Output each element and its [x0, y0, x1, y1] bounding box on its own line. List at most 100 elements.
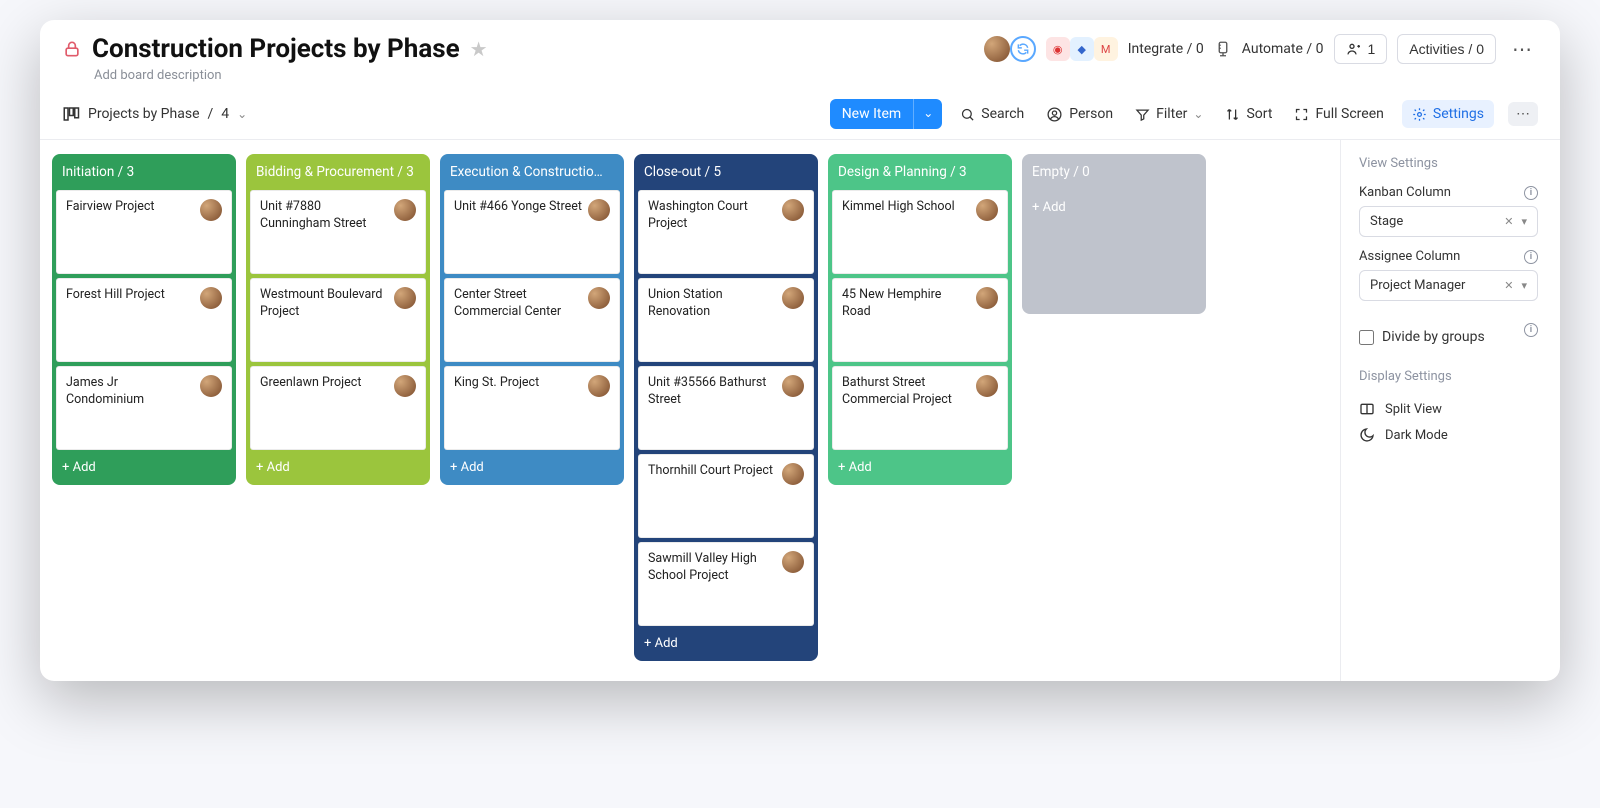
- view-count: 4: [221, 106, 229, 122]
- kanban-card[interactable]: 45 New Hemphire Road: [832, 278, 1008, 362]
- split-view-option[interactable]: Split View: [1359, 396, 1538, 422]
- view-settings-button[interactable]: Settings: [1402, 100, 1494, 128]
- invite-button[interactable]: 1: [1334, 34, 1388, 64]
- card-title: Forest Hill Project: [66, 287, 165, 304]
- add-card-button[interactable]: + Add: [52, 450, 236, 479]
- kanban-card[interactable]: Westmount Boulevard Project: [250, 278, 426, 362]
- kanban-column-select[interactable]: Stage ✕▾: [1359, 206, 1538, 237]
- avatar[interactable]: [782, 375, 804, 397]
- dark-mode-option[interactable]: Dark Mode: [1359, 422, 1538, 448]
- integrate-icons: ◉ ◆ M: [1046, 37, 1118, 61]
- add-card-button[interactable]: + Add: [440, 450, 624, 479]
- kanban-card[interactable]: Forest Hill Project: [56, 278, 232, 362]
- filter-button[interactable]: Filter ⌄: [1131, 100, 1207, 128]
- avatar[interactable]: [782, 199, 804, 221]
- fullscreen-button[interactable]: Full Screen: [1290, 100, 1387, 128]
- kanban-card[interactable]: King St. Project: [444, 366, 620, 450]
- clear-icon[interactable]: ✕: [1504, 279, 1513, 292]
- add-card-button[interactable]: + Add: [634, 626, 818, 655]
- column-header[interactable]: Initiation / 3: [52, 154, 236, 190]
- kanban-card[interactable]: James Jr Condominium: [56, 366, 232, 450]
- column-header[interactable]: Bidding & Procurement / 3: [246, 154, 430, 190]
- sort-button[interactable]: Sort: [1221, 100, 1276, 128]
- avatar[interactable]: [976, 375, 998, 397]
- avatar[interactable]: [394, 199, 416, 221]
- info-icon[interactable]: i: [1524, 250, 1538, 264]
- assignee-column-select[interactable]: Project Manager ✕▾: [1359, 270, 1538, 301]
- avatar[interactable]: [782, 551, 804, 573]
- more-menu-icon[interactable]: ⋯: [1506, 37, 1538, 61]
- avatar[interactable]: [200, 375, 222, 397]
- filter-icon: [1135, 107, 1150, 122]
- automate-icon: [1214, 40, 1232, 58]
- avatar[interactable]: [976, 287, 998, 309]
- cards-container: Kimmel High School 45 New Hemphire RoadBa…: [828, 190, 1012, 450]
- avatar[interactable]: [782, 287, 804, 309]
- avatar[interactable]: [394, 287, 416, 309]
- avatar[interactable]: [200, 199, 222, 221]
- avatar[interactable]: [976, 199, 998, 221]
- automate-link[interactable]: Automate / 0: [1242, 41, 1324, 57]
- add-card-button[interactable]: + Add: [1022, 190, 1206, 225]
- kanban-card[interactable]: Bathurst Street Commercial Project: [832, 366, 1008, 450]
- card-title: Thornhill Court Project: [648, 463, 773, 480]
- kanban-column: Initiation / 3 Fairview Project Forest Hil…: [52, 154, 236, 485]
- integrate-link[interactable]: Integrate / 0: [1128, 41, 1204, 57]
- column-header[interactable]: Empty / 0: [1022, 154, 1206, 190]
- avatar[interactable]: [588, 287, 610, 309]
- divide-groups-checkbox[interactable]: Divide by groups: [1359, 329, 1485, 345]
- card-title: Kimmel High School: [842, 199, 955, 216]
- search-button[interactable]: Search: [956, 100, 1028, 128]
- board-members[interactable]: [984, 36, 1036, 62]
- card-title: King St. Project: [454, 375, 539, 392]
- kanban-card[interactable]: Fairview Project: [56, 190, 232, 274]
- new-item-dropdown[interactable]: ⌄: [913, 99, 942, 129]
- kanban-card[interactable]: Thornhill Court Project: [638, 454, 814, 538]
- activities-button[interactable]: Activities / 0: [1397, 34, 1496, 64]
- people-icon: [1346, 41, 1362, 57]
- kanban-card[interactable]: Unit #35566 Bathurst Street: [638, 366, 814, 450]
- kanban-column-row: Kanban Column i: [1359, 185, 1538, 200]
- checkbox-input[interactable]: [1359, 330, 1374, 345]
- avatar[interactable]: [394, 375, 416, 397]
- board-description[interactable]: Add board description: [94, 68, 488, 83]
- card-title: James Jr Condominium: [66, 375, 196, 409]
- kanban-card[interactable]: Greenlawn Project: [250, 366, 426, 450]
- lock-icon: [62, 39, 82, 59]
- star-icon[interactable]: ★: [470, 37, 488, 61]
- column-header[interactable]: Design & Planning / 3: [828, 154, 1012, 190]
- kanban-card[interactable]: Washington Court Project: [638, 190, 814, 274]
- clear-icon[interactable]: ✕: [1504, 215, 1513, 228]
- board-title[interactable]: Construction Projects by Phase: [92, 34, 460, 64]
- kanban-card[interactable]: Center Street Commercial Center: [444, 278, 620, 362]
- toolbar-more-icon[interactable]: ⋯: [1508, 102, 1538, 126]
- add-card-button[interactable]: + Add: [828, 450, 1012, 479]
- assignee-column-row: Assignee Column i: [1359, 249, 1538, 264]
- integration-icon: ◉: [1046, 37, 1070, 61]
- kanban-card[interactable]: Unit #7880 Cunningham Street: [250, 190, 426, 274]
- column-header[interactable]: Close-out / 5: [634, 154, 818, 190]
- person-button[interactable]: Person: [1042, 100, 1117, 129]
- kanban-card[interactable]: Kimmel High School: [832, 190, 1008, 274]
- avatar[interactable]: [200, 287, 222, 309]
- kanban-card[interactable]: Unit #466 Yonge Street: [444, 190, 620, 274]
- info-icon[interactable]: i: [1524, 186, 1538, 200]
- column-header[interactable]: Execution & Constructio…: [440, 154, 624, 190]
- info-icon[interactable]: i: [1524, 323, 1538, 337]
- chevron-down-icon: ⌄: [237, 107, 247, 121]
- view-settings-heading: View Settings: [1359, 156, 1538, 171]
- avatar: [984, 36, 1010, 62]
- kanban-column: Close-out / 5Washington Court ProjectUni…: [634, 154, 818, 661]
- title-row: Construction Projects by Phase ★: [62, 34, 488, 64]
- card-title: Unit #466 Yonge Street: [454, 199, 582, 216]
- view-picker[interactable]: Projects by Phase / 4 ⌄: [62, 105, 247, 123]
- kanban-card[interactable]: Sawmill Valley High School Project: [638, 542, 814, 626]
- kanban-card[interactable]: Union Station Renovation: [638, 278, 814, 362]
- add-card-button[interactable]: + Add: [246, 450, 430, 479]
- card-title: Fairview Project: [66, 199, 154, 216]
- gear-icon: [1412, 107, 1427, 122]
- avatar[interactable]: [782, 463, 804, 485]
- avatar[interactable]: [588, 199, 610, 221]
- new-item-button[interactable]: New Item ⌄: [830, 99, 943, 129]
- avatar[interactable]: [588, 375, 610, 397]
